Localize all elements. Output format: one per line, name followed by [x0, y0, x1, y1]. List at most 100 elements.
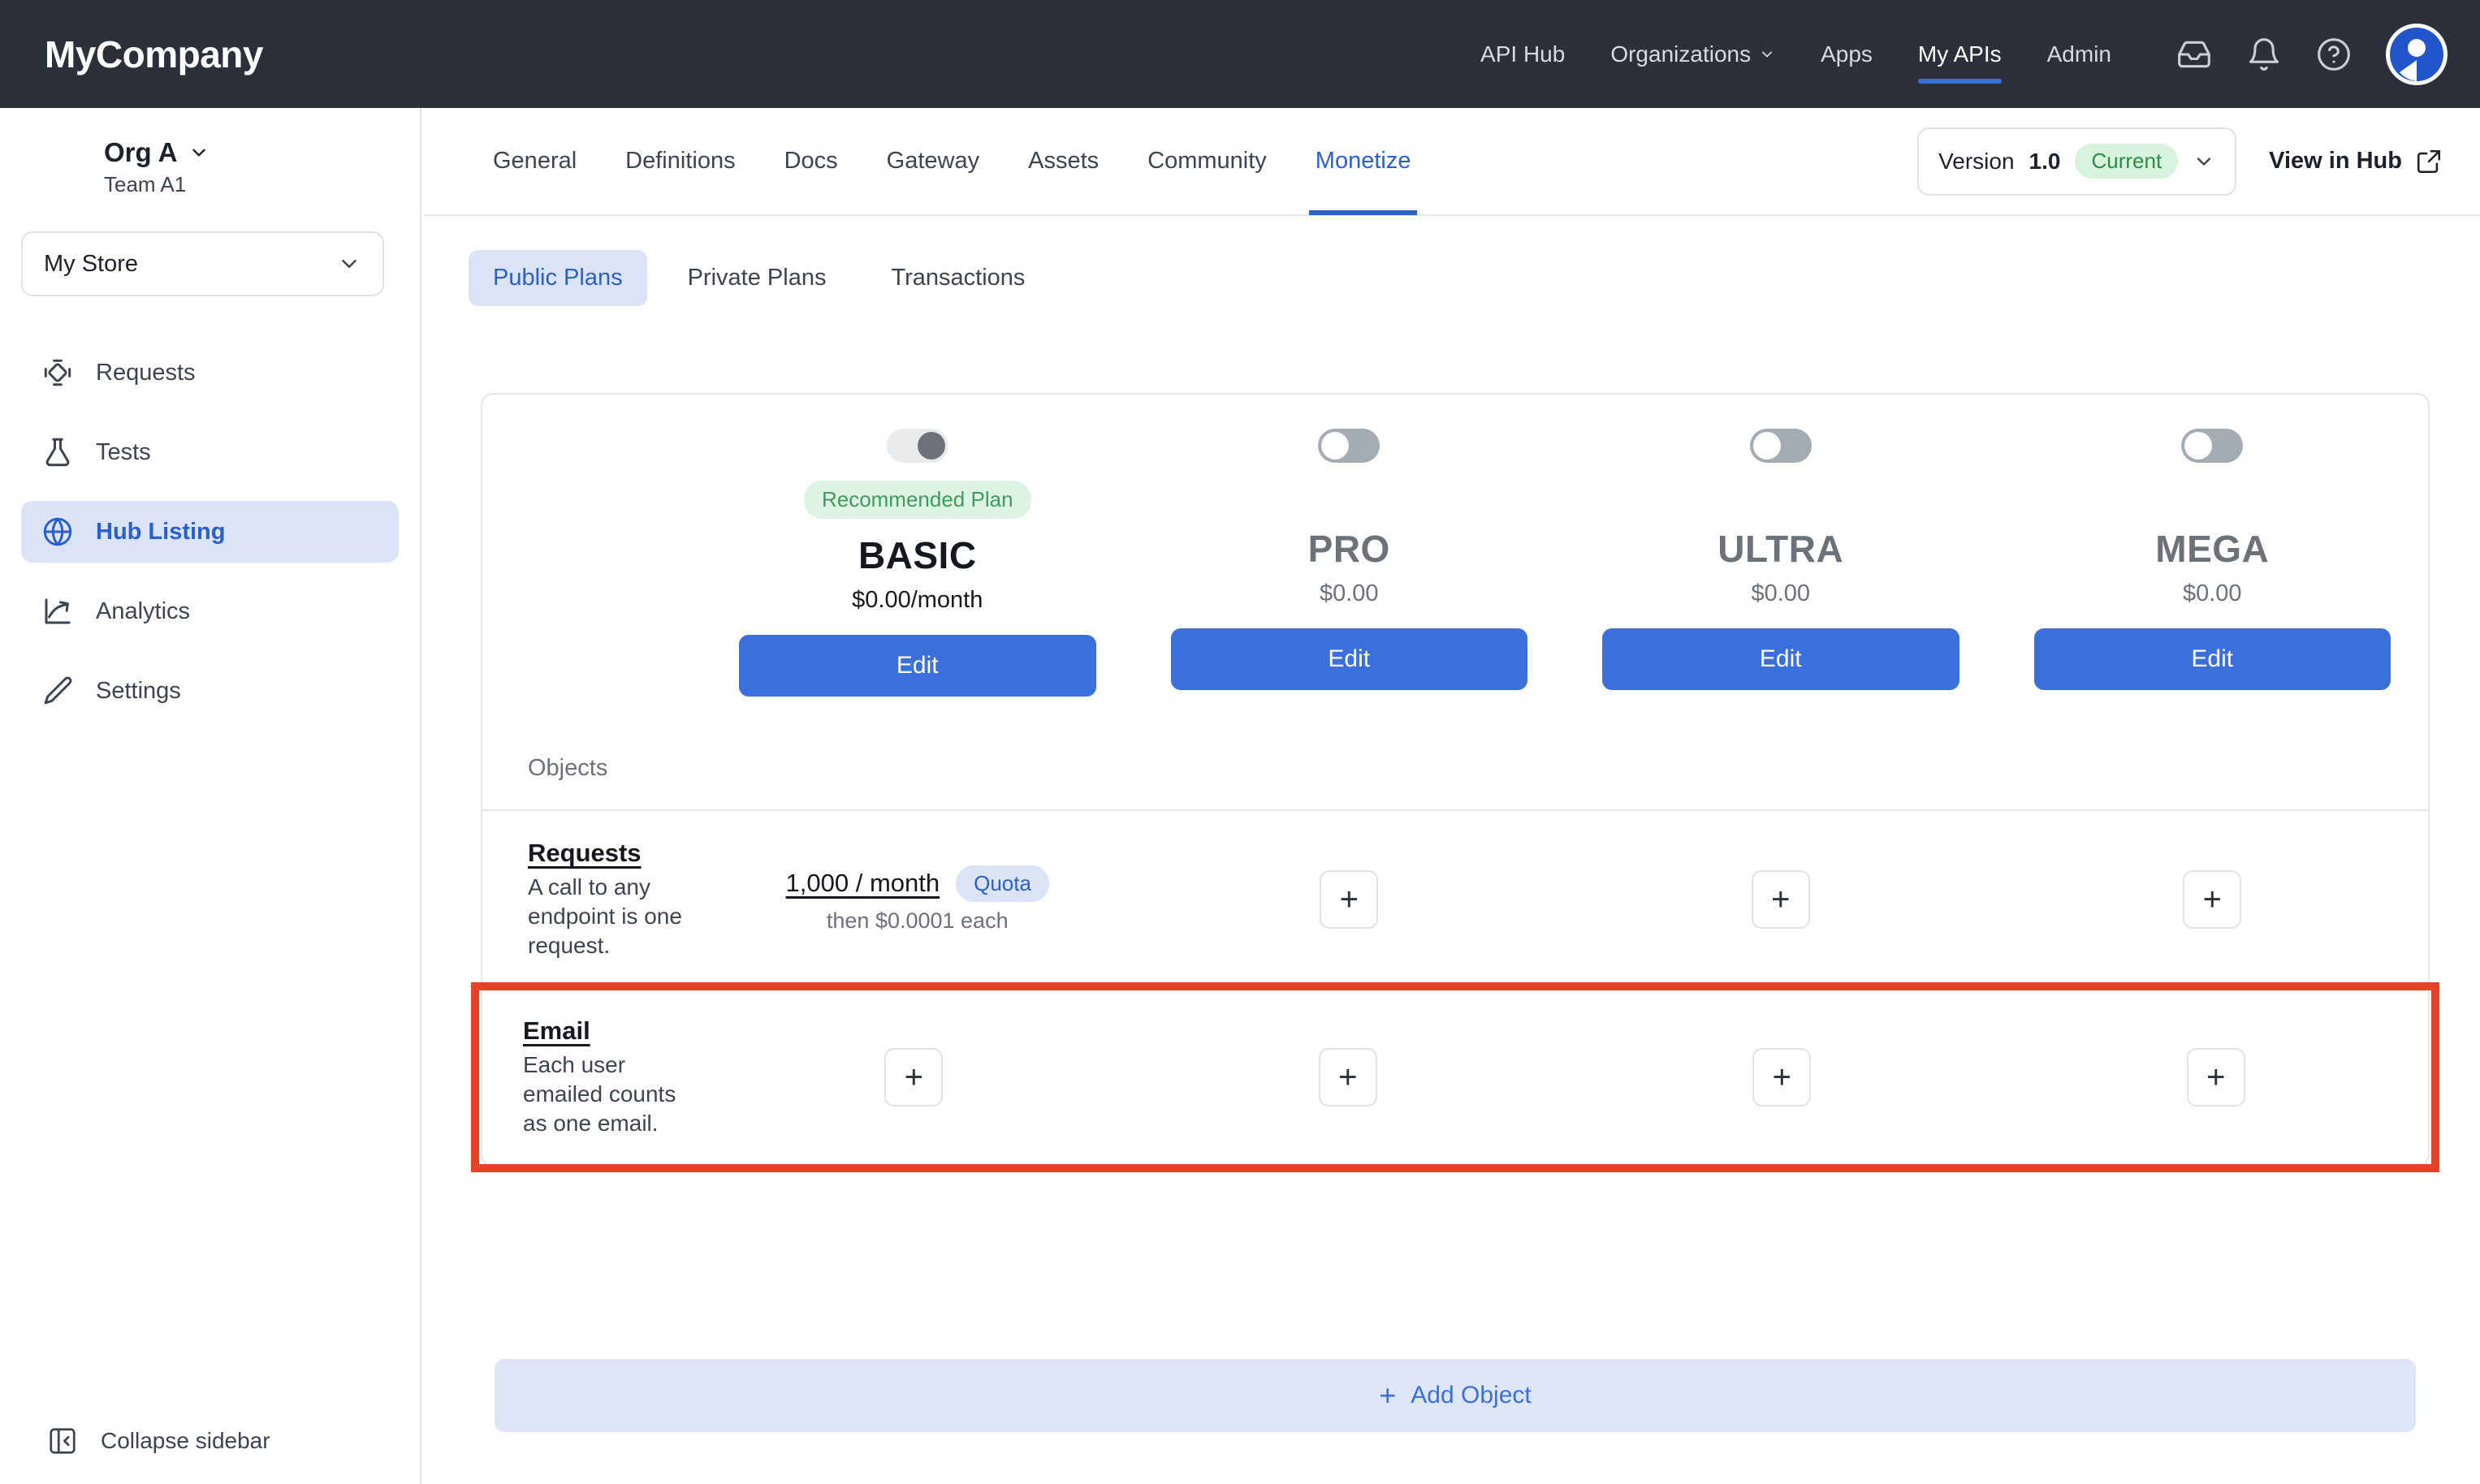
table-row: Requests A call to any endpoint is one r…: [482, 811, 2428, 990]
recommended-plan-badge: Recommended Plan: [803, 481, 1031, 519]
sidebar-item-label: Analytics: [96, 597, 191, 624]
sidebar-item-label: Hub Listing: [96, 518, 226, 545]
add-limit-button[interactable]: +: [2183, 869, 2242, 929]
add-limit-button[interactable]: +: [884, 1048, 944, 1107]
object-description: A call to any endpoint is one request.: [528, 874, 682, 958]
object-meta-email: Email Each user emailed counts as one em…: [477, 989, 697, 1165]
object-cell-pro: +: [1131, 1020, 1566, 1134]
avatar-glyph: [2390, 27, 2443, 81]
top-nav-label: API Hub: [1480, 41, 1566, 67]
sidebar-item-analytics[interactable]: Analytics: [21, 580, 399, 642]
tab-label: Docs: [784, 148, 838, 174]
top-nav-label: Organizations: [1610, 41, 1752, 67]
highlight-outline: Email Each user emailed counts as one em…: [471, 982, 2439, 1172]
tab-label: General: [493, 148, 577, 174]
help-icon[interactable]: [2316, 37, 2352, 72]
quota-value[interactable]: 1,000 / month: [786, 869, 940, 898]
sidebar-item-tests[interactable]: Tests: [21, 421, 399, 483]
tab-monetize[interactable]: Monetize: [1291, 107, 1436, 215]
plan-toggle-pro[interactable]: [1318, 429, 1380, 463]
add-limit-button[interactable]: +: [1318, 1048, 1377, 1107]
avatar[interactable]: [2386, 23, 2448, 85]
edit-plan-button-basic[interactable]: Edit: [739, 635, 1096, 697]
edit-plan-button-pro[interactable]: Edit: [1170, 628, 1527, 690]
edit-plan-button-mega[interactable]: Edit: [2033, 628, 2391, 690]
plan-name: PRO: [1307, 528, 1390, 570]
plan-price: $0.00/month: [852, 587, 983, 613]
object-cell-basic: 1,000 / month Quota then $0.0001 each: [702, 838, 1134, 961]
plan-toggle-basic[interactable]: [886, 429, 948, 463]
sidebar-item-label: Requests: [96, 359, 196, 386]
object-description: Each user emailed counts as one email.: [523, 1052, 676, 1137]
version-selector[interactable]: Version 1.0 Current: [1917, 127, 2237, 196]
brand-logo[interactable]: MyCompany: [45, 32, 263, 76]
sidebar-nav: Requests Tests Hub Listing Analytics Set…: [0, 342, 420, 722]
toggle-knob: [917, 432, 945, 459]
chevron-down-icon: [342, 260, 356, 268]
quota-badge: Quota: [956, 865, 1049, 902]
analytics-icon: [45, 598, 71, 624]
tab-definitions[interactable]: Definitions: [601, 107, 759, 215]
add-limit-button[interactable]: +: [1752, 1048, 1812, 1107]
sidebar-item-label: Settings: [96, 677, 181, 704]
object-title[interactable]: Email: [523, 1016, 697, 1046]
top-navigation-bar: MyCompany API Hub Organizations Apps My …: [0, 0, 2480, 108]
toggle-knob: [1752, 432, 1781, 459]
chevron-down-icon: [2197, 157, 2211, 166]
tab-private-plans[interactable]: Private Plans: [663, 250, 851, 306]
plan-name: ULTRA: [1717, 528, 1844, 570]
add-object-label: Add Object: [1411, 1382, 1532, 1409]
add-limit-button[interactable]: +: [1320, 869, 1379, 929]
plan-tab-label: Public Plans: [493, 265, 623, 291]
plan-toggle-mega[interactable]: [2181, 429, 2244, 463]
add-object-button[interactable]: + Add Object: [495, 1359, 2416, 1432]
object-cell-ultra: +: [1565, 843, 1997, 956]
tab-label: Monetize: [1315, 148, 1411, 174]
version-prefix: Version: [1938, 148, 2015, 174]
top-nav-my-apis[interactable]: My APIs: [1895, 0, 2024, 108]
tab-assets[interactable]: Assets: [1004, 107, 1123, 215]
main-content: General Definitions Docs Gateway Assets …: [423, 108, 2480, 1484]
top-nav-api-hub[interactable]: API Hub: [1458, 0, 1588, 108]
tab-transactions[interactable]: Transactions: [866, 250, 1049, 306]
collapse-sidebar-button[interactable]: Collapse sidebar: [0, 1398, 421, 1484]
view-in-hub-button[interactable]: View in Hub: [2269, 148, 2443, 175]
status-badge: Current: [2075, 144, 2179, 179]
plan-name: MEGA: [2155, 528, 2270, 570]
building-icon: [51, 153, 67, 179]
store-select-value: My Store: [44, 250, 139, 277]
requests-icon: [44, 359, 71, 386]
table-row: Email Each user emailed counts as one em…: [477, 989, 2433, 1165]
sidebar-item-settings[interactable]: Settings: [21, 660, 399, 722]
plan-name: BASIC: [858, 534, 977, 576]
plan-toggle-ultra[interactable]: [1749, 429, 1812, 463]
top-nav-organizations[interactable]: Organizations: [1588, 0, 1798, 108]
org-name: Org A: [104, 137, 210, 168]
add-limit-button[interactable]: +: [2186, 1048, 2245, 1107]
toggle-knob: [2184, 432, 2213, 459]
tab-gateway[interactable]: Gateway: [862, 107, 1004, 215]
view-in-hub-label: View in Hub: [2269, 148, 2402, 174]
top-nav-apps[interactable]: Apps: [1798, 0, 1895, 108]
tab-general[interactable]: General: [469, 107, 601, 215]
chevron-down-icon[interactable]: [188, 142, 210, 163]
plans-header-row: Recommended Plan BASIC $0.00/month Edit …: [482, 395, 2428, 727]
plan-column-basic: Recommended Plan BASIC $0.00/month Edit: [702, 395, 1134, 727]
org-switcher[interactable]: Org A Team A1: [0, 108, 420, 197]
sidebar-item-requests[interactable]: Requests: [21, 342, 399, 403]
object-cell-basic: +: [697, 1020, 1131, 1134]
tab-public-plans[interactable]: Public Plans: [469, 250, 647, 306]
edit-plan-button-ultra[interactable]: Edit: [1602, 628, 1959, 690]
tab-docs[interactable]: Docs: [760, 107, 862, 215]
sidebar-item-hub-listing[interactable]: Hub Listing: [21, 501, 399, 563]
store-select[interactable]: My Store: [21, 231, 384, 296]
top-nav-admin[interactable]: Admin: [2024, 0, 2134, 108]
tab-community[interactable]: Community: [1123, 107, 1291, 215]
org-logo-icon: [36, 142, 86, 192]
badge-spacer: [2034, 463, 2391, 512]
object-title[interactable]: Requests: [528, 839, 702, 868]
inbox-icon[interactable]: [2176, 37, 2212, 72]
add-limit-button[interactable]: +: [1751, 869, 1810, 929]
bell-icon[interactable]: [2246, 37, 2282, 72]
plan-column-pro: PRO $0.00 Edit: [1134, 395, 1566, 721]
